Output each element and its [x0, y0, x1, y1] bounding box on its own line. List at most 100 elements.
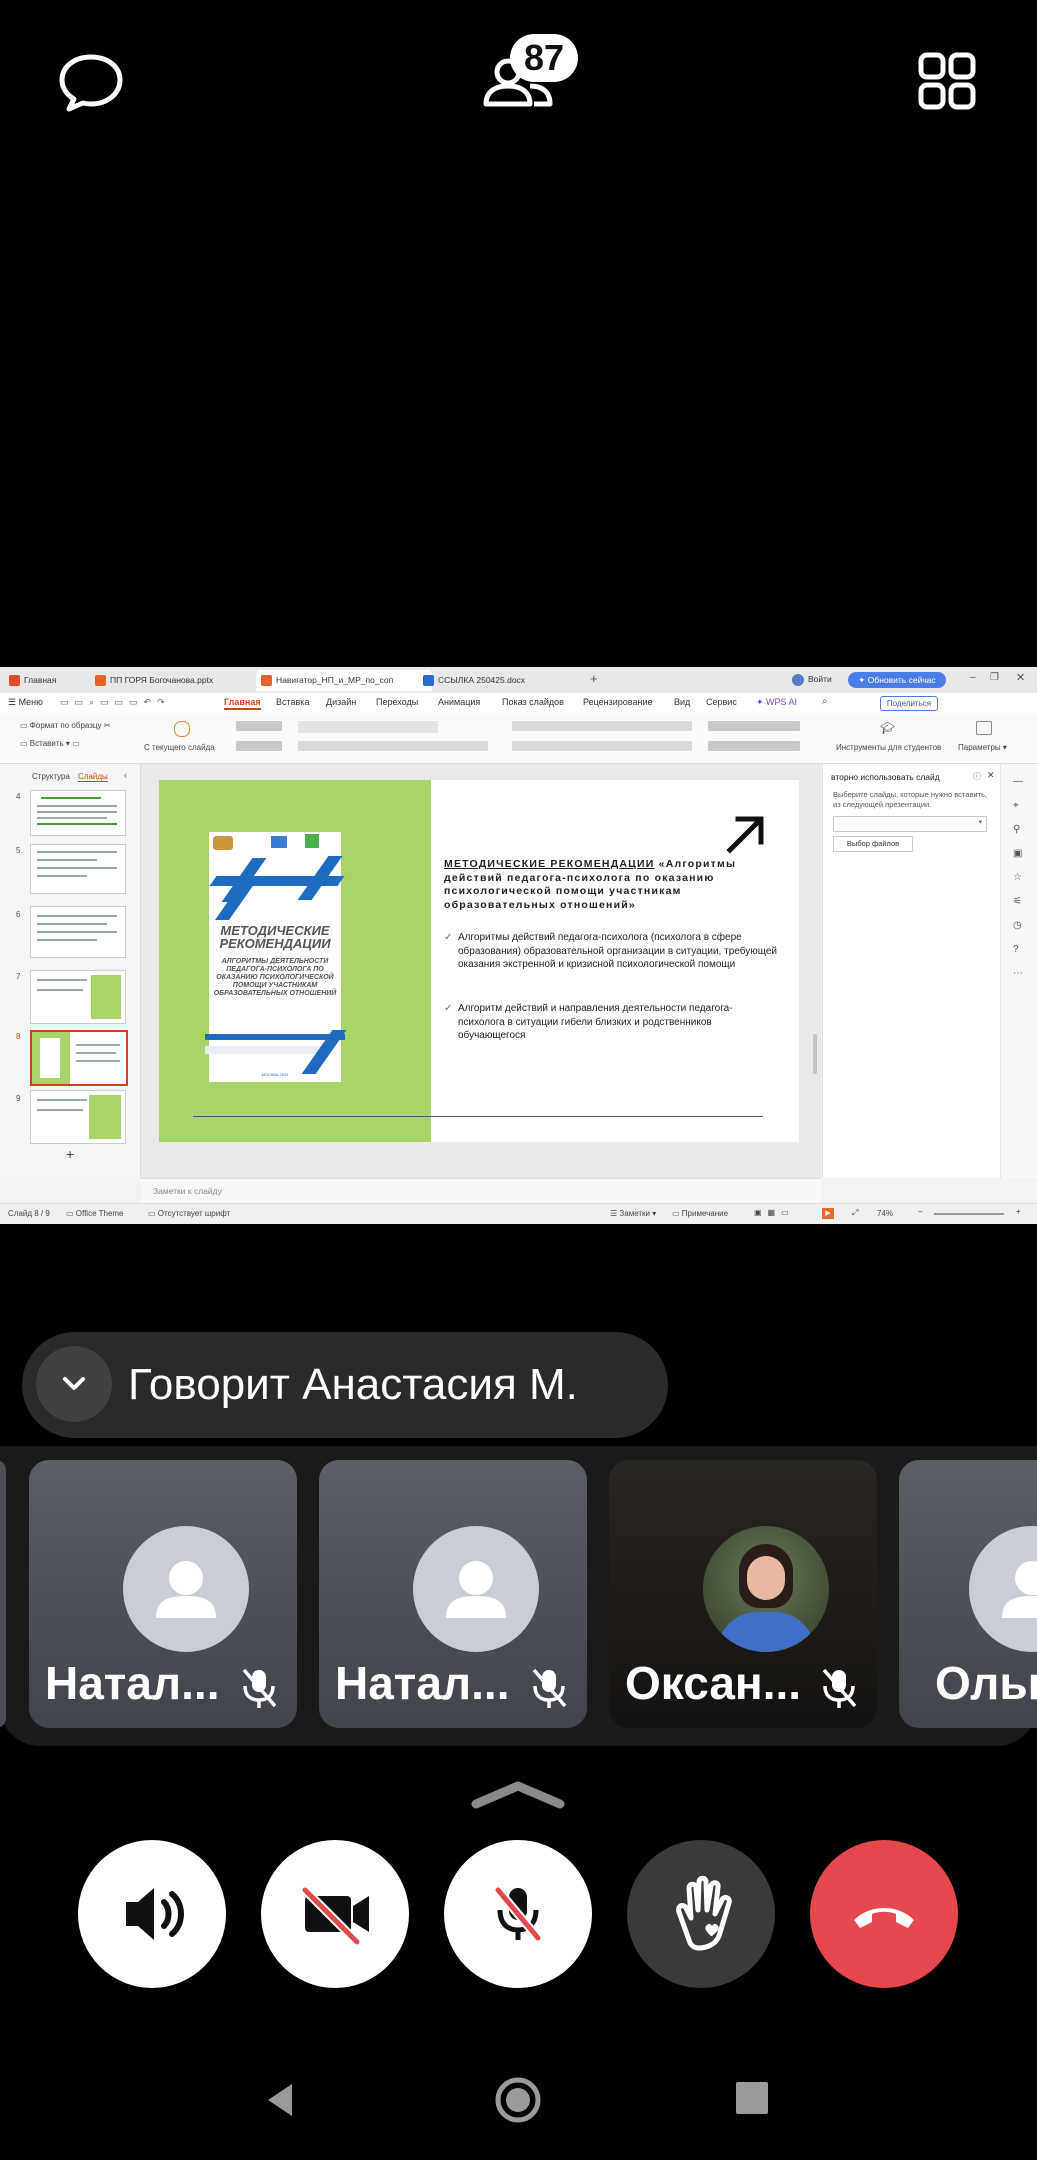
tab-home[interactable]: Главная [4, 670, 104, 691]
notes-toggle[interactable]: ☰ Заметки ▾ [610, 1209, 656, 1218]
institute-logo-icon [271, 836, 287, 848]
add-slide-icon[interactable]: + [66, 1146, 74, 1162]
menu-review[interactable]: Рецензирование [583, 697, 653, 707]
fit-icon[interactable]: ⤢ [852, 1208, 858, 1218]
shared-screen[interactable]: Главная ПП ГОРЯ Богочанова.pptx Навигато… [0, 667, 1037, 1224]
comment-toggle[interactable]: ▭ Примечание [672, 1209, 728, 1218]
raise-hand-button[interactable] [627, 1840, 775, 1988]
params-button[interactable]: Параметры ▾ [958, 743, 1007, 752]
zoom-slider[interactable] [934, 1213, 1004, 1215]
hamburger-menu-button[interactable]: ☰ Меню [8, 697, 43, 708]
share-button[interactable]: Поделиться [880, 696, 938, 711]
zoom-in-icon[interactable]: + [1016, 1207, 1021, 1216]
search-icon[interactable]: ⌕ [822, 696, 828, 707]
grid-layout-icon[interactable] [918, 52, 976, 110]
tab-docx[interactable]: ССЫЛКА 250425.docx [418, 670, 598, 691]
menu-view[interactable]: Вид [674, 697, 690, 707]
camera-toggle-button[interactable] [261, 1840, 409, 1988]
side-tool-icon[interactable]: ◷ [1013, 920, 1022, 931]
home-nav-icon[interactable] [494, 2076, 542, 2129]
side-tool-icon[interactable]: ☆ [1013, 872, 1022, 883]
speaker-toggle-button[interactable] [78, 1840, 226, 1988]
menu-insert[interactable]: Вставка [276, 697, 309, 707]
slide-thumb[interactable] [30, 970, 126, 1024]
participant-tile[interactable]: Оксан... [609, 1460, 877, 1728]
side-tool-icon[interactable]: ▣ [1013, 848, 1022, 859]
menu-slideshow[interactable]: Показ слайдов [502, 697, 564, 707]
word-file-icon [423, 675, 434, 686]
menu-home[interactable]: Главная [224, 697, 261, 710]
more-icon[interactable]: ⋯ [1013, 968, 1023, 979]
close-pane-icon[interactable]: ✕ [987, 770, 995, 781]
participant-tile-partial[interactable] [0, 1460, 6, 1728]
collapse-pane-icon[interactable]: ‹ [124, 770, 127, 780]
slide-thumb[interactable] [30, 1090, 126, 1144]
end-call-button[interactable] [810, 1840, 958, 1988]
menu-design[interactable]: Дизайн [326, 697, 356, 707]
side-tool-icon[interactable]: ⌖ [1013, 800, 1019, 811]
minimize-icon[interactable]: – [970, 672, 976, 683]
slide-thumb[interactable] [30, 906, 126, 958]
microphone-toggle-button[interactable] [444, 1840, 592, 1988]
maximize-icon[interactable]: ❐ [990, 672, 999, 683]
browser-tab-bar: Главная ПП ГОРЯ Богочанова.pptx Навигато… [0, 667, 1037, 693]
user-avatar-icon[interactable] [792, 674, 804, 686]
menu-animation[interactable]: Анимация [438, 697, 480, 707]
new-tab-icon[interactable]: + [590, 671, 598, 686]
user-placeholder-icon [1002, 1561, 1037, 1618]
student-tools-button[interactable]: Инструменты для студентов [836, 743, 941, 752]
status-bar: Слайд 8 / 9 ▭ Office Theme ▭ Отсутствует… [0, 1203, 1037, 1224]
tab-pptx-1[interactable]: ПП ГОРЯ Богочанова.pptx [90, 670, 270, 691]
wps-logo-icon [9, 675, 20, 686]
back-nav-icon[interactable] [262, 2080, 298, 2125]
zoom-out-icon[interactable]: – [918, 1207, 922, 1216]
format-painter-button[interactable]: ▭ Формат по образцу ✂ [20, 721, 110, 730]
participant-count-badge: 87 [510, 34, 578, 82]
side-tool-icon[interactable]: ⚟ [1013, 896, 1022, 907]
slide-thumb-selected[interactable] [30, 1030, 128, 1086]
login-link[interactable]: Войти [808, 674, 832, 684]
hang-up-icon [854, 1908, 914, 1928]
chevron-down-icon [63, 1377, 85, 1390]
tab-slides[interactable]: Слайды [78, 772, 108, 782]
update-now-button[interactable]: ✦ Обновить сейчас [848, 672, 946, 688]
vertical-scrollbar[interactable] [813, 1034, 817, 1074]
quick-access-icons[interactable]: ▭▭⌕▭▭▭↶↷ [60, 697, 171, 708]
menu-transitions[interactable]: Переходы [376, 697, 418, 707]
camera-off-icon [301, 1886, 369, 1946]
current-slide[interactable]: МЕТОДИЧЕСКИЕ РЕКОМЕНДАЦИИ АЛГОРИТМЫ ДЕЯТ… [159, 780, 799, 1142]
choose-files-button[interactable]: Выбор файлов [833, 836, 913, 852]
params-icon[interactable] [976, 721, 992, 735]
menu-service[interactable]: Сервис [706, 697, 737, 707]
help-icon[interactable]: ⓘ [973, 771, 981, 782]
tab-structure[interactable]: Структура [32, 772, 70, 781]
menu-wps-ai[interactable]: ✦ WPS AI [756, 697, 797, 708]
brochure-cover-image: МЕТОДИЧЕСКИЕ РЕКОМЕНДАЦИИ АЛГОРИТМЫ ДЕЯТ… [205, 832, 347, 1082]
side-tool-icon[interactable]: — [1013, 776, 1023, 787]
participant-tile[interactable]: Ольг [899, 1460, 1037, 1728]
slide-canvas[interactable]: МЕТОДИЧЕСКИЕ РЕКОМЕНДАЦИИ АЛГОРИТМЫ ДЕЯТ… [141, 764, 821, 1178]
chat-icon[interactable] [56, 52, 126, 114]
participant-tile[interactable]: Натал... [319, 1460, 587, 1728]
tab-pptx-2[interactable]: Навигатор_НП_и_МР_по_соп [256, 670, 432, 691]
slideshow-play-icon[interactable] [174, 721, 190, 737]
expand-panel-chevron-icon[interactable] [470, 1778, 566, 1817]
from-current-slide-button[interactable]: С текущего слайда [144, 743, 215, 752]
slide-thumb[interactable] [30, 844, 126, 894]
emblem-logo-icon [213, 836, 233, 850]
recents-nav-icon[interactable] [736, 2082, 768, 2114]
play-slideshow-icon[interactable]: ▶ [822, 1208, 834, 1219]
slide-bullet: ✓ Алгоритмы действий педагога-психолога … [444, 932, 777, 970]
close-window-icon[interactable]: ✕ [1016, 671, 1025, 684]
paste-button[interactable]: ▭ Вставить ▾ ▭ [20, 739, 80, 748]
side-tool-icon[interactable]: ? [1013, 944, 1019, 955]
side-tool-icon[interactable]: ⚲ [1013, 824, 1020, 835]
file-select[interactable]: ▾ [833, 816, 987, 832]
slide-notes-field[interactable]: Заметки к слайду [141, 1178, 821, 1204]
view-mode-icons[interactable]: ▣▦▭ [754, 1208, 795, 1217]
graduation-cap-icon[interactable]: 🎓︎ [880, 721, 895, 735]
slide-thumb[interactable] [30, 790, 126, 836]
missing-font-indicator[interactable]: ▭ Отсутствует шрифт [148, 1209, 230, 1218]
participant-tile[interactable]: Натал... [29, 1460, 297, 1728]
collapse-button[interactable] [36, 1346, 112, 1422]
